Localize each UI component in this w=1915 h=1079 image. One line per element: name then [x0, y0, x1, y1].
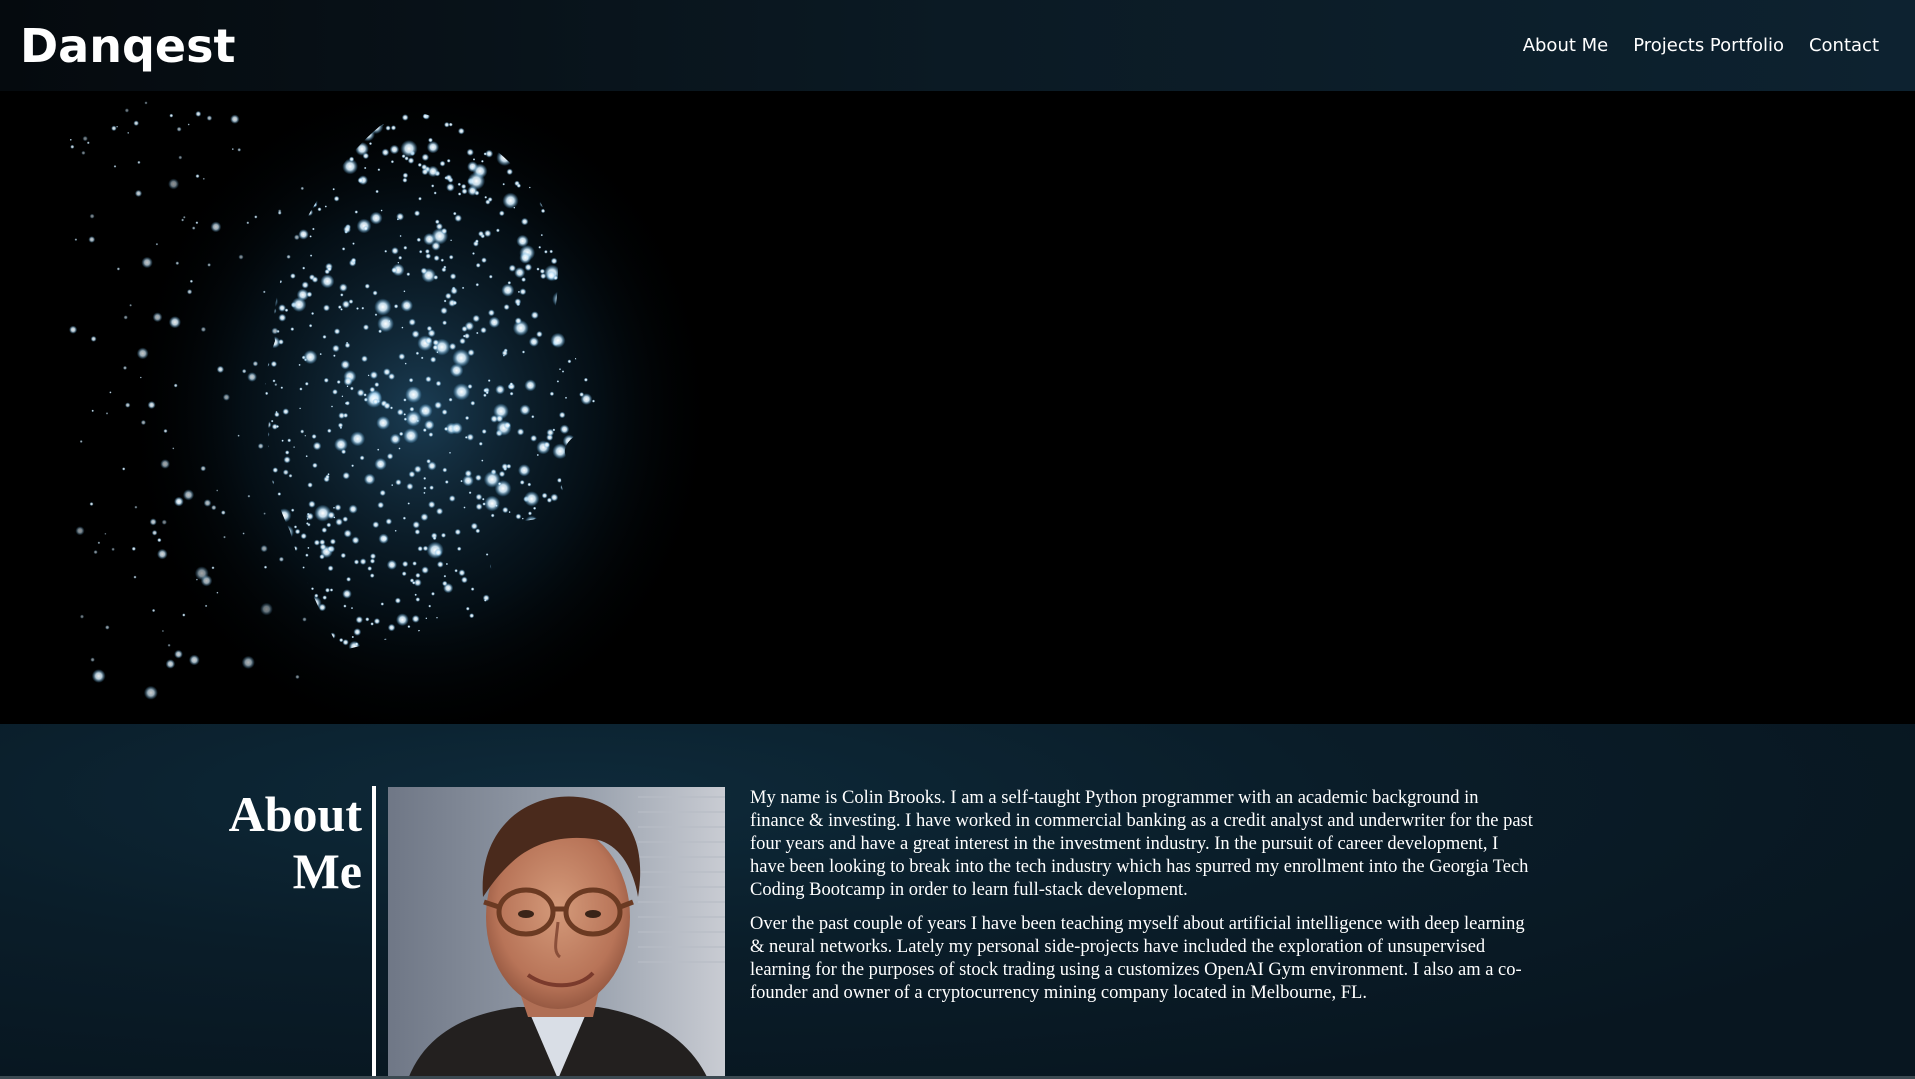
portrait-illustration	[388, 787, 725, 1079]
hero-banner	[0, 91, 1915, 724]
nav-projects-portfolio[interactable]: Projects Portfolio	[1633, 35, 1784, 56]
particle-face-image	[0, 91, 1915, 724]
about-section: About Me My name is Colin Brooks. I am a…	[0, 724, 1915, 1079]
about-heading-line1: About	[228, 786, 362, 842]
main-nav: About Me Projects Portfolio Contact	[1523, 35, 1895, 56]
brand-logo[interactable]: Danqest	[20, 19, 235, 73]
nav-contact[interactable]: Contact	[1809, 35, 1879, 56]
about-heading-line2: Me	[292, 843, 362, 899]
about-divider	[372, 786, 376, 1079]
site-header: Danqest About Me Projects Portfolio Cont…	[0, 0, 1915, 91]
about-heading: About Me	[162, 786, 362, 900]
nav-about-me[interactable]: About Me	[1523, 35, 1609, 56]
about-text: My name is Colin Brooks. I am a self-tau…	[750, 787, 1535, 1016]
about-paragraph: Over the past couple of years I have bee…	[750, 914, 1525, 1003]
portrait-photo	[388, 787, 725, 1079]
about-paragraph: My name is Colin Brooks. I am a self-tau…	[750, 788, 1533, 900]
